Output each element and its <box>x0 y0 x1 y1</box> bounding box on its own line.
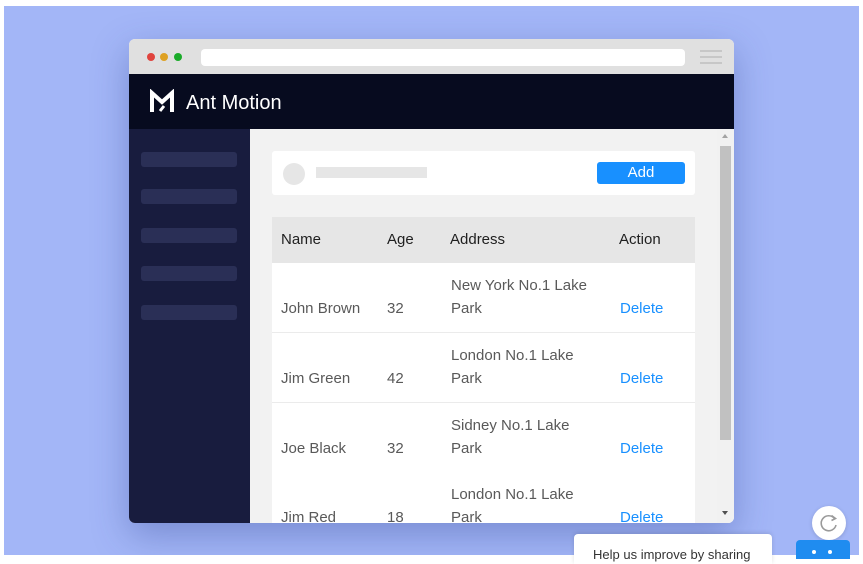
cell-address: Sidney No.1 Lake Park <box>451 417 570 457</box>
cell-name: John Brown <box>281 300 361 317</box>
sidebar-item-placeholder[interactable] <box>141 305 237 320</box>
help-feedback-card[interactable]: Help us improve by sharing <box>574 534 772 564</box>
cell-address: London No.1 Lake Park <box>451 347 574 387</box>
sidebar <box>129 129 250 523</box>
refresh-button[interactable] <box>812 506 846 540</box>
robot-chat-icon <box>828 550 832 554</box>
scrollbar-thumb[interactable] <box>720 146 731 440</box>
scroll-down-arrow-icon[interactable] <box>722 511 728 515</box>
scroll-up-arrow-icon[interactable] <box>722 134 728 138</box>
table-row: John Brown 32 New York No.1 Lake Park De… <box>272 263 695 333</box>
sidebar-item-placeholder[interactable] <box>141 189 237 204</box>
window-maximize-dot[interactable] <box>174 53 182 61</box>
cell-age: 32 <box>387 440 404 457</box>
ant-motion-logo-icon <box>150 89 174 112</box>
sidebar-item-placeholder[interactable] <box>141 228 237 243</box>
app-header: Ant Motion <box>129 74 734 129</box>
column-header-action[interactable]: Action <box>619 231 661 249</box>
column-header-name[interactable]: Name <box>281 231 321 249</box>
vertical-scrollbar[interactable] <box>717 129 734 523</box>
refresh-icon <box>820 514 838 532</box>
delete-link[interactable]: Delete <box>620 297 663 320</box>
avatar-placeholder <box>283 163 305 185</box>
demo-stage: Ant Motion Add Name Age Address Action J… <box>4 6 859 555</box>
text-placeholder <box>316 167 427 178</box>
sidebar-item-placeholder[interactable] <box>141 266 237 281</box>
sidebar-item-placeholder[interactable] <box>141 152 237 167</box>
table-row: Joe Black 32 Sidney No.1 Lake Park Delet… <box>272 403 695 473</box>
cell-age: 42 <box>387 370 404 387</box>
window-minimize-dot[interactable] <box>160 53 168 61</box>
robot-chat-button[interactable] <box>796 540 850 559</box>
table-header: Name Age Address Action <box>272 217 695 263</box>
cell-address: London No.1 Lake Park <box>451 486 574 523</box>
add-button[interactable]: Add <box>597 162 685 184</box>
cell-name: Jim Green <box>281 370 351 387</box>
data-table: Name Age Address Action John Brown 32 Ne… <box>272 217 695 523</box>
browser-chrome <box>129 39 734 74</box>
cell-name: Joe Black <box>281 440 347 457</box>
robot-chat-icon <box>812 550 816 554</box>
table-row: Jim Red 18 London No.1 Lake Park Delete <box>272 472 695 523</box>
address-bar[interactable] <box>201 49 685 66</box>
table-row: Jim Green 42 London No.1 Lake Park Delet… <box>272 333 695 403</box>
delete-link[interactable]: Delete <box>620 506 663 523</box>
delete-link[interactable]: Delete <box>620 367 663 390</box>
hamburger-menu-icon[interactable] <box>700 49 722 65</box>
column-header-age[interactable]: Age <box>387 231 414 249</box>
browser-window: Ant Motion Add Name Age Address Action J… <box>129 39 734 523</box>
cell-age: 32 <box>387 300 404 317</box>
window-close-dot[interactable] <box>147 53 155 61</box>
cell-name: Jim Red <box>281 509 337 523</box>
cell-address: New York No.1 Lake Park <box>451 277 587 317</box>
column-header-address[interactable]: Address <box>450 231 505 249</box>
main-content: Add Name Age Address Action John Brown 3… <box>250 129 734 523</box>
delete-link[interactable]: Delete <box>620 437 663 460</box>
help-text: Help us improve by sharing <box>593 547 751 562</box>
cell-age: 18 <box>387 509 404 523</box>
toolbar-card: Add <box>272 151 695 195</box>
app-title: Ant Motion <box>186 92 282 114</box>
